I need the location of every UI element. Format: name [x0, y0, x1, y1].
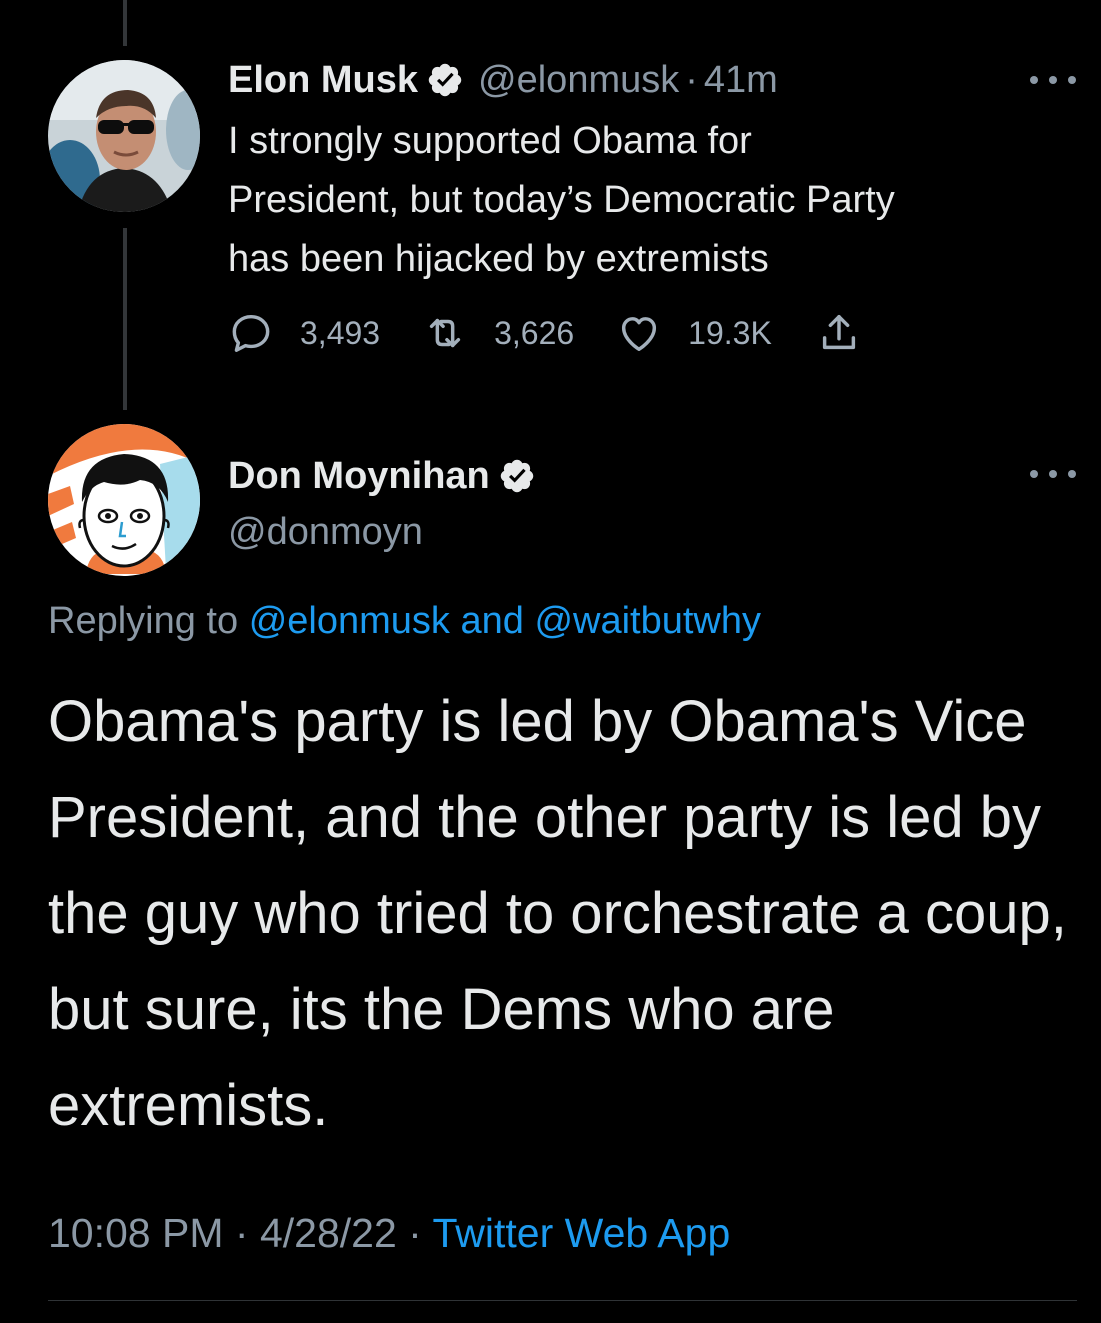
- replying-to: Replying to @elonmusk and @waitbutwhy: [48, 600, 761, 643]
- reply-button[interactable]: 3,493: [228, 310, 380, 356]
- separator-dot: ·: [685, 58, 698, 101]
- verified-badge-icon: [426, 61, 464, 99]
- focused-tweet-handle-row: @donmoyn: [228, 508, 423, 556]
- author-name[interactable]: Elon Musk: [228, 59, 418, 102]
- tweet-date[interactable]: 4/28/22: [260, 1210, 397, 1256]
- tweet-text-line: I strongly supported Obama for: [228, 120, 752, 162]
- author-handle[interactable]: @elonmusk: [478, 59, 679, 102]
- like-button[interactable]: 19.3K: [616, 310, 772, 356]
- focused-tweet-text: Obama's party is led by Obama's Vice Pre…: [48, 689, 1067, 1138]
- thread-connector: [123, 228, 127, 410]
- tweet-time[interactable]: 10:08 PM: [48, 1210, 224, 1256]
- tweet-action-bar: 3,493 3,626 19.3K: [228, 308, 862, 358]
- replying-to-label: Replying to: [48, 600, 239, 642]
- parent-tweet-header: Elon Musk @elonmusk · 41m: [228, 56, 778, 104]
- divider: [48, 1300, 1077, 1301]
- share-button[interactable]: [816, 310, 862, 356]
- retweet-count: 3,626: [494, 314, 575, 351]
- tweet-time-ago[interactable]: 41m: [704, 59, 778, 102]
- tweet-text-line: has been hijacked by extremists: [228, 238, 769, 280]
- more-icon[interactable]: [1030, 70, 1076, 90]
- reply-count: 3,493: [300, 314, 381, 351]
- author-handle[interactable]: @donmoyn: [228, 511, 423, 554]
- share-icon: [822, 314, 855, 350]
- avatar-elon-musk[interactable]: [48, 60, 200, 212]
- separator-dot: ·: [408, 1210, 422, 1256]
- reply-and-label[interactable]: and: [460, 600, 523, 642]
- tweet-metadata: 10:08 PM · 4/28/22 · Twitter Web App: [48, 1210, 730, 1257]
- like-count: 19.3K: [688, 314, 772, 351]
- reply-target-link[interactable]: @elonmusk: [249, 600, 450, 642]
- focused-tweet-header: Don Moynihan: [228, 452, 536, 500]
- avatar-image: [48, 424, 200, 576]
- heart-icon: [622, 317, 657, 352]
- reply-target-link[interactable]: @waitbutwhy: [534, 600, 761, 642]
- retweet-icon: [429, 318, 461, 348]
- separator-dot: ·: [234, 1210, 249, 1256]
- retweet-button[interactable]: 3,626: [422, 310, 574, 356]
- thread-connector-top: [123, 0, 127, 46]
- verified-badge-icon: [498, 457, 536, 495]
- more-icon[interactable]: [1030, 464, 1076, 484]
- tweet-text-line: President, but today’s Democratic Party: [228, 179, 895, 221]
- avatar-image: [48, 60, 200, 212]
- avatar-don-moynihan[interactable]: [48, 424, 200, 576]
- parent-tweet-text: I strongly supported Obama for President…: [228, 112, 895, 289]
- tweet-source-link[interactable]: Twitter Web App: [432, 1210, 730, 1256]
- author-name[interactable]: Don Moynihan: [228, 455, 490, 498]
- reply-icon: [232, 314, 270, 352]
